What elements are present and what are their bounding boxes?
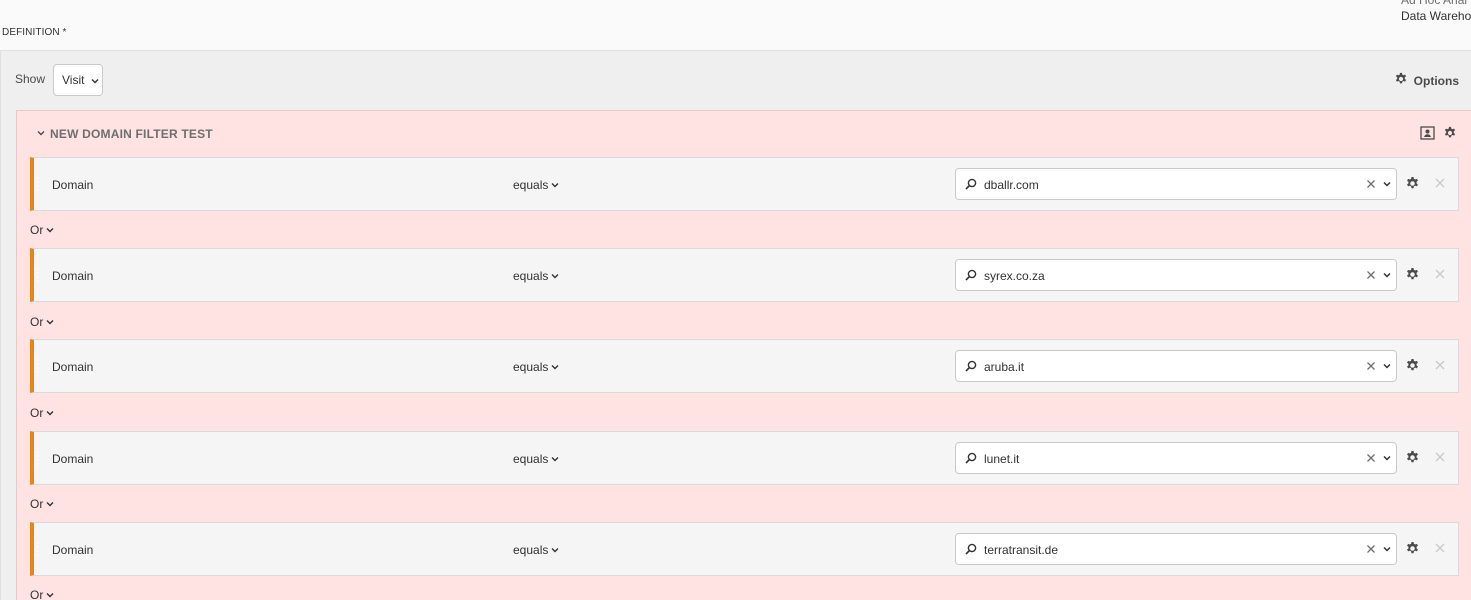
- chevron-down-icon: [45, 225, 55, 235]
- report-suite-type: Data Wareho: [1401, 9, 1471, 23]
- rule-dimension[interactable]: Domain: [52, 360, 93, 374]
- rule-operator-dropdown[interactable]: equals: [513, 452, 560, 466]
- chevron-down-icon[interactable]: [36, 127, 46, 141]
- segment-icon[interactable]: [1420, 126, 1435, 145]
- rule-value-combobox[interactable]: terratransit.de: [955, 533, 1397, 565]
- or-label: Or: [30, 497, 44, 511]
- or-connector[interactable]: Or: [30, 497, 55, 511]
- rule-dimension[interactable]: Domain: [52, 452, 93, 466]
- rule-operator-dropdown[interactable]: equals: [513, 178, 560, 192]
- rule-value-combobox[interactable]: aruba.it: [955, 350, 1397, 382]
- rule-operator: equals: [513, 269, 549, 283]
- chevron-down-icon: [550, 362, 560, 372]
- gear-icon[interactable]: [1405, 176, 1420, 191]
- definition-label: DEFINITION *: [2, 27, 67, 38]
- top-right-context: Ad Hoc Anal Data Wareho: [1401, 0, 1471, 24]
- chevron-down-icon[interactable]: [1382, 544, 1392, 554]
- rule-dimension[interactable]: Domain: [52, 543, 93, 557]
- chevron-down-icon: [45, 499, 55, 509]
- or-connector[interactable]: Or: [30, 588, 55, 600]
- close-icon[interactable]: [1434, 268, 1446, 280]
- drag-handle-icon[interactable]: [36, 358, 39, 374]
- search-icon: [965, 543, 977, 555]
- drag-handle-icon[interactable]: [36, 176, 39, 192]
- chevron-down-icon: [45, 408, 55, 418]
- container-actions: [1420, 126, 1457, 145]
- rule-operator-dropdown[interactable]: equals: [513, 543, 560, 557]
- rule-row[interactable]: Domain equals aruba.it: [30, 339, 1459, 393]
- rule-operator: equals: [513, 543, 549, 557]
- close-icon[interactable]: [1434, 451, 1446, 463]
- rule-row[interactable]: Domain equals dballr.com: [30, 157, 1459, 211]
- or-label: Or: [30, 406, 44, 420]
- rule-operator-dropdown[interactable]: equals: [513, 269, 560, 283]
- gear-icon[interactable]: [1405, 358, 1420, 373]
- chevron-down-icon[interactable]: [1382, 179, 1392, 189]
- rule-operator: equals: [513, 178, 549, 192]
- drag-handle-icon[interactable]: [36, 450, 39, 466]
- clear-icon[interactable]: [1364, 177, 1378, 191]
- rule-operator: equals: [513, 452, 549, 466]
- search-icon: [965, 178, 977, 190]
- gear-icon[interactable]: [1405, 450, 1420, 465]
- rule-operator: equals: [513, 360, 549, 374]
- gear-icon[interactable]: [1443, 126, 1457, 145]
- clear-icon[interactable]: [1364, 451, 1378, 465]
- rule-row[interactable]: Domain equals syrex.co.za: [30, 248, 1459, 302]
- report-suite-name: Ad Hoc Anal: [1401, 0, 1468, 7]
- chevron-down-icon[interactable]: [1382, 453, 1392, 463]
- gear-icon: [1394, 72, 1408, 89]
- rule-value: terratransit.de: [984, 543, 1059, 557]
- or-connector[interactable]: Or: [30, 315, 55, 329]
- rule-dimension[interactable]: Domain: [52, 269, 93, 283]
- or-label: Or: [30, 315, 44, 329]
- rule-operator-dropdown[interactable]: equals: [513, 360, 560, 374]
- or-label: Or: [30, 223, 44, 237]
- rule-value: lunet.it: [984, 452, 1020, 466]
- options-label: Options: [1413, 73, 1459, 88]
- options-button[interactable]: Options: [1394, 72, 1459, 89]
- close-icon[interactable]: [1434, 542, 1446, 554]
- show-label: Show: [15, 72, 46, 86]
- drag-handle-icon[interactable]: [36, 541, 39, 557]
- chevron-down-icon: [90, 76, 100, 86]
- chevron-down-icon[interactable]: [1382, 361, 1392, 371]
- or-label: Or: [30, 588, 44, 600]
- container-title: NEW DOMAIN FILTER TEST: [50, 127, 213, 141]
- gear-icon[interactable]: [1405, 541, 1420, 556]
- clear-icon[interactable]: [1364, 542, 1378, 556]
- chevron-down-icon: [45, 317, 55, 327]
- search-icon: [965, 269, 977, 281]
- show-select-value: Visit: [62, 73, 85, 87]
- rule-value: syrex.co.za: [984, 269, 1045, 283]
- rule-value-combobox[interactable]: lunet.it: [955, 442, 1397, 474]
- chevron-down-icon: [550, 545, 560, 555]
- rule-value: aruba.it: [984, 360, 1025, 374]
- chevron-down-icon: [550, 180, 560, 190]
- search-icon: [965, 360, 977, 372]
- close-icon[interactable]: [1434, 177, 1446, 189]
- rule-dimension[interactable]: Domain: [52, 178, 93, 192]
- rule-value-combobox[interactable]: dballr.com: [955, 168, 1397, 200]
- or-connector[interactable]: Or: [30, 223, 55, 237]
- gear-icon[interactable]: [1405, 267, 1420, 282]
- chevron-down-icon[interactable]: [1382, 270, 1392, 280]
- rule-value-combobox[interactable]: syrex.co.za: [955, 259, 1397, 291]
- container-header[interactable]: NEW DOMAIN FILTER TEST: [36, 127, 213, 141]
- chevron-down-icon: [45, 590, 55, 600]
- rule-value: dballr.com: [984, 178, 1039, 192]
- drag-handle-icon[interactable]: [36, 267, 39, 283]
- show-select[interactable]: Visit: [53, 64, 103, 96]
- clear-icon[interactable]: [1364, 268, 1378, 282]
- rule-row[interactable]: Domain equals terratransit.de: [30, 522, 1459, 576]
- or-connector[interactable]: Or: [30, 406, 55, 420]
- rule-row[interactable]: Domain equals lunet.it: [30, 431, 1459, 485]
- search-icon: [965, 452, 977, 464]
- chevron-down-icon: [550, 454, 560, 464]
- chevron-down-icon: [550, 271, 560, 281]
- close-icon[interactable]: [1434, 359, 1446, 371]
- clear-icon[interactable]: [1364, 359, 1378, 373]
